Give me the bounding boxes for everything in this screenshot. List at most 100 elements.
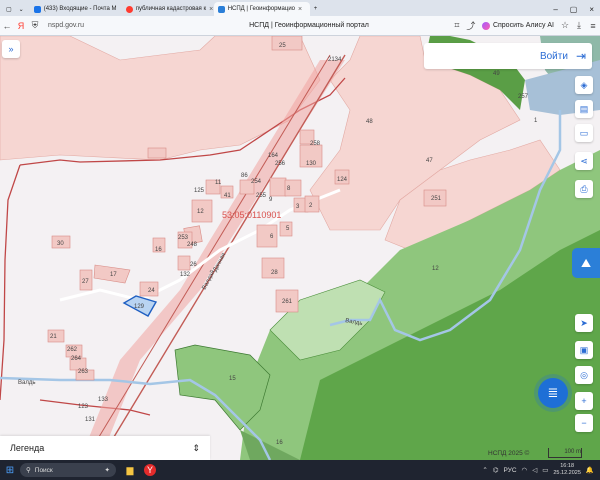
lang-indicator[interactable]: РУС (504, 467, 517, 474)
new-tab-button[interactable]: + (310, 2, 322, 16)
network-icon[interactable]: ⌬ (493, 466, 499, 474)
back-icon[interactable]: ← (0, 21, 14, 31)
minimize-icon[interactable]: – (553, 5, 557, 14)
bookmark-icon[interactable]: ⌗ (450, 20, 464, 31)
locate-button[interactable]: ◎ (575, 366, 593, 384)
layers-button[interactable]: ◈ (575, 76, 593, 94)
layers-icon: ◈ (580, 79, 588, 90)
screen-icon: ▣ (579, 344, 589, 355)
parcel-label: 125 (194, 188, 205, 194)
tab-label: НСПД | Геоинформацио (227, 6, 296, 12)
taskbar-search[interactable]: ⚲ Поиск ✦ (20, 463, 116, 477)
file-explorer-icon[interactable]: ▆ (122, 463, 138, 477)
notification-icon[interactable]: 🔔 (586, 466, 594, 474)
parcel-label: 12 (197, 209, 204, 215)
page-title: НСПД | Геоинформационный портал (249, 22, 369, 29)
chat-button[interactable]: ≣ (538, 378, 568, 408)
tab-cadastral[interactable]: публичная кадастровая к × (122, 2, 214, 16)
basemap-icon: ▤ (579, 103, 589, 114)
battery-icon[interactable]: ▭ (542, 466, 548, 474)
ruler-icon: ▭ (579, 127, 589, 138)
nspd-icon (217, 5, 225, 13)
parcel-label: 251 (431, 196, 442, 202)
print-button[interactable]: ⎙ (575, 180, 593, 198)
parcel-label: 253 (178, 235, 189, 241)
volume-icon[interactable]: ◁ (532, 466, 537, 474)
search-placeholder: Поиск (34, 466, 53, 474)
legend-label: Легенда (10, 443, 45, 453)
system-tray: ⌃ ⌬ РУС ◠ ◁ ▭ 16:18 25.12.2025 🔔 (482, 463, 600, 477)
yandex-browser-icon[interactable]: Y (144, 464, 156, 476)
basemap-button[interactable]: ▤ (575, 100, 593, 118)
parcel-label: 12 (432, 266, 439, 272)
share-map-button[interactable]: ⋖ (575, 152, 593, 170)
chat-icon: ≣ (547, 385, 559, 400)
parcel-label: 25 (279, 43, 286, 49)
measure-button[interactable]: ▭ (575, 124, 593, 142)
search-icon: ⚲ (26, 467, 31, 474)
tab-mail[interactable]: (433) Входящие - Почта М (30, 2, 122, 16)
wifi-icon[interactable]: ◠ (522, 466, 528, 474)
parcel-label: 41 (224, 193, 231, 199)
chevron-up-icon[interactable]: ⌃ (482, 466, 487, 474)
tab-menu[interactable]: ▢ ⌄ (0, 2, 30, 16)
ask-alice-button[interactable]: Спросить Алису AI (478, 21, 558, 30)
yandex-logo-icon[interactable]: Я (14, 21, 28, 31)
date: 25.12.2025 (553, 470, 581, 476)
url-field[interactable]: nspd.gov.ru (48, 22, 168, 29)
parcel-label: 30 (57, 241, 64, 247)
browser-tab-bar: ▢ ⌄ (433) Входящие - Почта М публичная к… (0, 0, 600, 16)
parcel-label: 2134 (328, 57, 342, 63)
expand-panel-button[interactable]: » (2, 40, 20, 58)
parcel-label: 257 (518, 94, 529, 100)
grid-icon: ▢ (6, 6, 12, 13)
parcel-label: 15 (229, 376, 236, 382)
parcel-label: 263 (78, 369, 89, 375)
screen-button[interactable]: ▣ (575, 341, 593, 359)
zoom-out-button[interactable]: − (575, 414, 593, 432)
address-bar: ← Я ⛨ nspd.gov.ru НСПД | Геоинформационн… (0, 16, 600, 36)
parcel-label: 123 (78, 404, 89, 410)
tab-nspd[interactable]: НСПД | Геоинформацио × (213, 2, 310, 16)
parcel-label: 16 (276, 440, 283, 446)
windows-start-icon[interactable]: ⊞ (0, 465, 20, 476)
scale-bar: 100 m (548, 448, 582, 458)
close-icon[interactable]: × (209, 6, 213, 13)
parcel-label: 264 (71, 356, 82, 362)
share-icon[interactable]: ⤴ (464, 19, 478, 32)
map-side-tab[interactable]: ⛰ (572, 248, 600, 278)
close-icon[interactable]: × (298, 6, 302, 13)
time: 16:18 (560, 463, 575, 469)
close-window-icon[interactable]: × (589, 5, 594, 14)
star-icon[interactable]: ☆ (558, 20, 572, 31)
parcel-label: 11 (215, 180, 222, 186)
parcel-label: 248 (187, 242, 198, 248)
parcel-label: 255 (256, 193, 267, 199)
parcel-label: 26 (190, 262, 197, 268)
zoom-in-button[interactable]: + (575, 392, 593, 410)
parcel-label: 21 (50, 334, 57, 340)
clock[interactable]: 16:18 25.12.2025 (553, 463, 581, 477)
maximize-icon[interactable]: ▢ (570, 5, 578, 14)
select-button[interactable]: ➤ (575, 314, 593, 332)
parcel-label: 24 (148, 288, 155, 294)
location-icon: ◎ (580, 369, 588, 380)
shield-icon[interactable]: ⛨ (28, 20, 42, 31)
login-label: Войти (539, 50, 568, 62)
parcel-label: 17 (110, 272, 117, 278)
login-button[interactable]: Войти ⇥ (424, 43, 592, 69)
taskbar: ⊞ ⚲ Поиск ✦ ▆ Y ⌃ ⌬ РУС ◠ ◁ ▭ 16:18 25.1… (0, 460, 600, 480)
menu-icon[interactable]: ≡ (586, 21, 600, 31)
download-icon[interactable]: ⤓ (572, 20, 586, 31)
copilot-icon: ✦ (104, 467, 110, 474)
parcel-label: 16 (155, 247, 162, 253)
parcel-label: 130 (306, 161, 317, 167)
plus-icon: + (581, 396, 587, 406)
parcel-label: 86 (241, 173, 248, 179)
map-canvas[interactable]: 25 2134 49 257 1 48 47 164 258 130 256 1… (0, 36, 600, 460)
parcel-label: 124 (337, 177, 348, 183)
alice-icon (481, 21, 490, 30)
tab-label: (433) Входящие - Почта М (43, 6, 117, 12)
legend-panel[interactable]: Легенда ⇕ (0, 436, 210, 460)
cadastral-map: 25 2134 49 257 1 48 47 164 258 130 256 1… (0, 36, 600, 460)
